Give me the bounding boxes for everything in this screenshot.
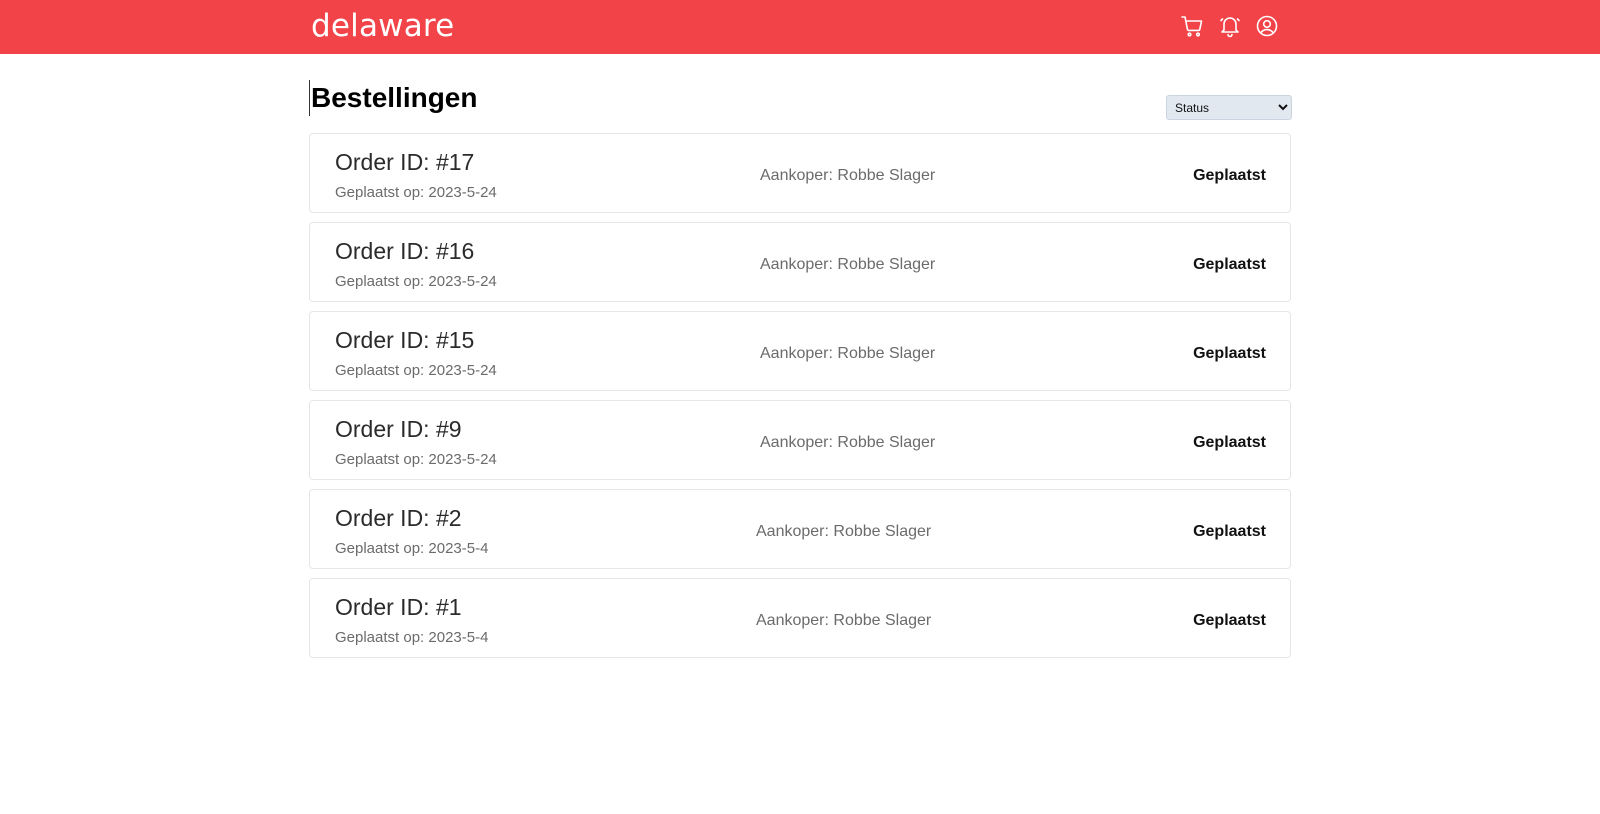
order-card[interactable]: Order ID: #15 Geplaatst op: 2023-5-24 Aa… bbox=[309, 311, 1291, 391]
order-buyer: Aankoper: Robbe Slager bbox=[760, 434, 936, 451]
order-card[interactable]: Order ID: #2 Geplaatst op: 2023-5-4 Aank… bbox=[309, 489, 1291, 569]
order-date: Geplaatst op: 2023-5-24 bbox=[335, 451, 497, 468]
order-buyer: Aankoper: Robbe Slager bbox=[756, 612, 932, 629]
order-date: Geplaatst op: 2023-5-24 bbox=[335, 184, 497, 201]
top-navigation-bar: delaware bbox=[0, 0, 1600, 54]
order-id: Order ID: #17 bbox=[335, 149, 475, 175]
status-filter-select[interactable]: Status bbox=[1166, 95, 1292, 120]
order-id: Order ID: #9 bbox=[335, 416, 462, 442]
order-buyer: Aankoper: Robbe Slager bbox=[760, 167, 936, 184]
order-id: Order ID: #2 bbox=[335, 505, 462, 531]
page-title: Bestellingen bbox=[309, 80, 477, 116]
order-date: Geplaatst op: 2023-5-4 bbox=[335, 629, 489, 646]
order-buyer: Aankoper: Robbe Slager bbox=[756, 523, 932, 540]
order-status: Geplaatst bbox=[1193, 256, 1266, 273]
order-card[interactable]: Order ID: #17 Geplaatst op: 2023-5-24 Aa… bbox=[309, 133, 1291, 213]
order-status: Geplaatst bbox=[1193, 434, 1266, 451]
bell-icon[interactable] bbox=[1218, 14, 1242, 38]
order-card[interactable]: Order ID: #1 Geplaatst op: 2023-5-4 Aank… bbox=[309, 578, 1291, 658]
order-status: Geplaatst bbox=[1193, 345, 1266, 362]
order-buyer: Aankoper: Robbe Slager bbox=[760, 256, 936, 273]
order-date: Geplaatst op: 2023-5-24 bbox=[335, 273, 497, 290]
order-card[interactable]: Order ID: #9 Geplaatst op: 2023-5-24 Aan… bbox=[309, 400, 1291, 480]
cart-icon[interactable] bbox=[1180, 14, 1204, 38]
order-date: Geplaatst op: 2023-5-24 bbox=[335, 362, 497, 379]
order-id: Order ID: #16 bbox=[335, 238, 475, 264]
delaware-logo[interactable]: delaware bbox=[311, 8, 454, 44]
order-status: Geplaatst bbox=[1193, 167, 1266, 184]
order-card[interactable]: Order ID: #16 Geplaatst op: 2023-5-24 Aa… bbox=[309, 222, 1291, 302]
order-status: Geplaatst bbox=[1193, 612, 1266, 629]
order-id: Order ID: #15 bbox=[335, 327, 475, 353]
user-icon[interactable] bbox=[1255, 14, 1279, 38]
order-status: Geplaatst bbox=[1193, 523, 1266, 540]
order-date: Geplaatst op: 2023-5-4 bbox=[335, 540, 489, 557]
order-buyer: Aankoper: Robbe Slager bbox=[760, 345, 936, 362]
order-id: Order ID: #1 bbox=[335, 594, 462, 620]
